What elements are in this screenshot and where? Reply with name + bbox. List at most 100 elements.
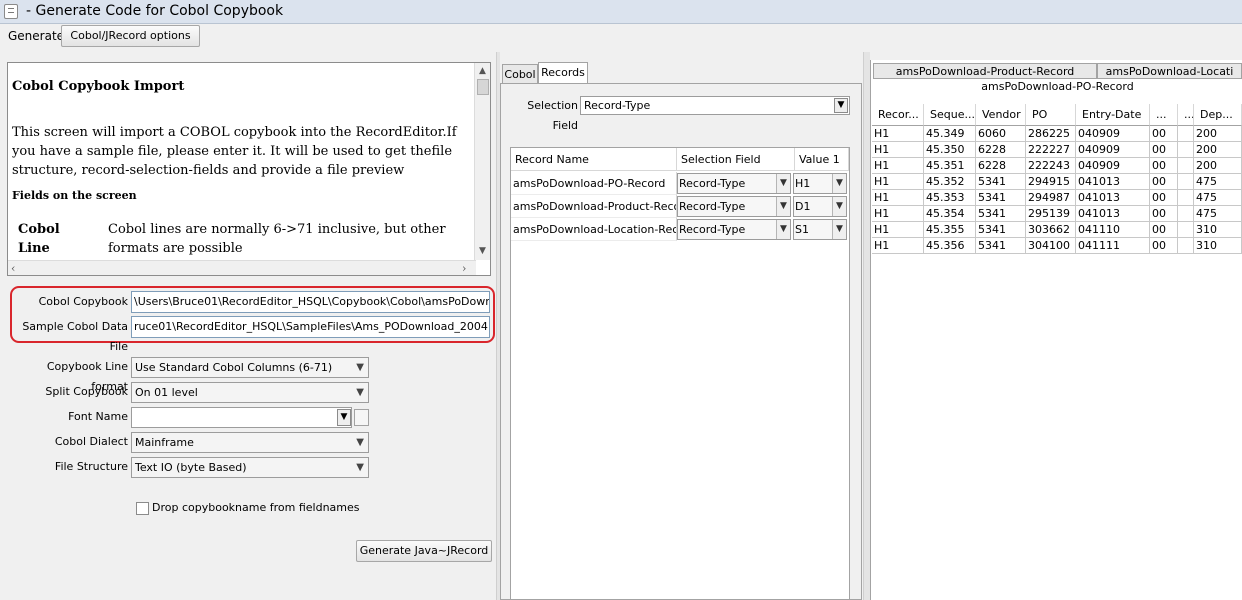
table-cell[interactable]: 45.351 (924, 158, 976, 174)
table-cell-selection-field[interactable]: Record-Type ▼ (677, 219, 791, 240)
table-cell[interactable] (1178, 142, 1194, 158)
copybook-path-field[interactable]: \Users\Bruce01\RecordEditor_HSQL\Copyboo… (131, 291, 490, 313)
table-cell[interactable]: 00 (1150, 190, 1178, 206)
scroll-down-icon[interactable]: ▼ (479, 246, 486, 256)
table-cell-record-name[interactable]: amsPoDownload-Product-Record (511, 195, 677, 218)
column-header[interactable]: Vendor (976, 104, 1026, 126)
table-cell[interactable]: 475 (1194, 190, 1242, 206)
table-cell[interactable]: 041013 (1076, 206, 1150, 222)
table-cell[interactable]: 00 (1150, 142, 1178, 158)
table-cell-selection-field[interactable]: Record-Type ▼ (677, 173, 791, 194)
table-cell-record-name[interactable]: amsPoDownload-PO-Record (511, 172, 677, 195)
file-structure-select[interactable]: Text IO (byte Based) ▼ (131, 457, 369, 478)
table-cell[interactable]: 222227 (1026, 142, 1076, 158)
table-cell-selection-field[interactable]: Record-Type ▼ (677, 196, 791, 217)
table-cell[interactable] (1178, 222, 1194, 238)
table-cell[interactable]: 45.354 (924, 206, 976, 222)
table-cell[interactable]: H1 (872, 126, 924, 142)
column-header[interactable]: Seque... (924, 104, 976, 126)
table-cell[interactable]: 5341 (976, 222, 1026, 238)
table-cell[interactable]: 310 (1194, 222, 1242, 238)
table-cell[interactable] (1178, 174, 1194, 190)
table-cell[interactable]: 45.355 (924, 222, 976, 238)
drop-copybookname-checkbox[interactable] (136, 502, 149, 515)
table-cell[interactable]: 00 (1150, 206, 1178, 222)
scroll-right-icon[interactable]: › (462, 262, 466, 275)
font-dropdown-icon[interactable]: ▼ (337, 409, 351, 426)
font-name-input[interactable] (131, 407, 352, 428)
column-header-record-name[interactable]: Record Name (511, 148, 677, 171)
table-cell[interactable]: 041013 (1076, 174, 1150, 190)
table-cell[interactable]: 200 (1194, 158, 1242, 174)
table-cell[interactable] (1178, 190, 1194, 206)
table-cell[interactable]: 200 (1194, 142, 1242, 158)
table-cell[interactable]: H1 (872, 206, 924, 222)
column-header-value-1[interactable]: Value 1 (795, 148, 849, 171)
table-cell[interactable]: 294987 (1026, 190, 1076, 206)
table-cell[interactable]: 5341 (976, 206, 1026, 222)
column-header[interactable]: Dep... (1194, 104, 1242, 126)
table-cell[interactable]: 5341 (976, 174, 1026, 190)
table-cell[interactable]: 304100 (1026, 238, 1076, 254)
table-cell[interactable]: 310 (1194, 238, 1242, 254)
table-cell[interactable]: 00 (1150, 238, 1178, 254)
table-cell[interactable]: H1 (872, 222, 924, 238)
table-cell[interactable]: 040909 (1076, 126, 1150, 142)
table-cell[interactable]: H1 (872, 142, 924, 158)
table-cell[interactable]: 041111 (1076, 238, 1150, 254)
table-cell[interactable]: 303662 (1026, 222, 1076, 238)
table-cell[interactable]: 5341 (976, 190, 1026, 206)
sample-file-path-field[interactable]: ruce01\RecordEditor_HSQL\SampleFiles\Ams… (131, 316, 490, 338)
table-cell[interactable] (1178, 158, 1194, 174)
column-header[interactable]: ... (1178, 104, 1194, 126)
column-header-selection-field[interactable]: Selection Field (677, 148, 795, 171)
table-cell[interactable] (1178, 126, 1194, 142)
table-cell[interactable]: 475 (1194, 206, 1242, 222)
table-cell[interactable]: 041013 (1076, 190, 1150, 206)
help-vertical-scrollbar[interactable]: ▲ ▼ (474, 63, 490, 260)
tab-cobol[interactable]: Cobol (502, 64, 538, 84)
splitter-right[interactable] (863, 52, 870, 600)
table-cell[interactable]: 222243 (1026, 158, 1076, 174)
table-cell[interactable]: 00 (1150, 222, 1178, 238)
table-cell[interactable]: 6228 (976, 158, 1026, 174)
font-browse-button[interactable] (354, 409, 369, 426)
table-cell[interactable]: 45.353 (924, 190, 976, 206)
scroll-left-icon[interactable]: ‹ (11, 262, 15, 275)
cobol-dialect-select[interactable]: Mainframe ▼ (131, 432, 369, 453)
table-cell[interactable]: 45.350 (924, 142, 976, 158)
table-cell[interactable]: 6228 (976, 142, 1026, 158)
column-header[interactable]: Recor... (872, 104, 924, 126)
table-cell[interactable]: 286225 (1026, 126, 1076, 142)
split-copybook-select[interactable]: On 01 level ▼ (131, 382, 369, 403)
table-cell[interactable]: 475 (1194, 174, 1242, 190)
table-cell[interactable]: 5341 (976, 238, 1026, 254)
table-cell[interactable]: 45.356 (924, 238, 976, 254)
table-cell[interactable]: H1 (872, 174, 924, 190)
menu-generate[interactable]: Generate (4, 27, 64, 47)
column-header[interactable]: ... (1150, 104, 1178, 126)
table-cell[interactable]: 45.349 (924, 126, 976, 142)
table-cell[interactable]: 040909 (1076, 142, 1150, 158)
table-cell[interactable]: 00 (1150, 174, 1178, 190)
table-cell-value[interactable]: H1 ▼ (793, 173, 847, 194)
table-cell[interactable]: H1 (872, 238, 924, 254)
line-format-select[interactable]: Use Standard Cobol Columns (6-71) ▼ (131, 357, 369, 378)
table-cell-value[interactable]: D1 ▼ (793, 196, 847, 217)
table-cell[interactable]: 294915 (1026, 174, 1076, 190)
table-cell[interactable]: 45.352 (924, 174, 976, 190)
scroll-thumb[interactable] (477, 79, 489, 95)
table-cell[interactable]: 295139 (1026, 206, 1076, 222)
tab-po-record[interactable]: amsPoDownload-PO-Record (873, 79, 1242, 95)
table-cell[interactable] (1178, 238, 1194, 254)
cobol-jrecord-options-button[interactable]: Cobol/JRecord options (61, 25, 200, 47)
table-cell[interactable]: H1 (872, 158, 924, 174)
scroll-up-icon[interactable]: ▲ (479, 66, 486, 76)
table-cell[interactable]: 00 (1150, 126, 1178, 142)
tab-product-record[interactable]: amsPoDownload-Product-Record (873, 63, 1097, 79)
table-cell-value[interactable]: S1 ▼ (793, 219, 847, 240)
table-cell[interactable]: 041110 (1076, 222, 1150, 238)
help-horizontal-scrollbar[interactable]: ‹ › (8, 260, 476, 275)
selection-field-select[interactable]: Record-Type ▼ (580, 96, 850, 115)
generate-java-jrecord-button[interactable]: Generate Java~JRecord (356, 540, 492, 562)
